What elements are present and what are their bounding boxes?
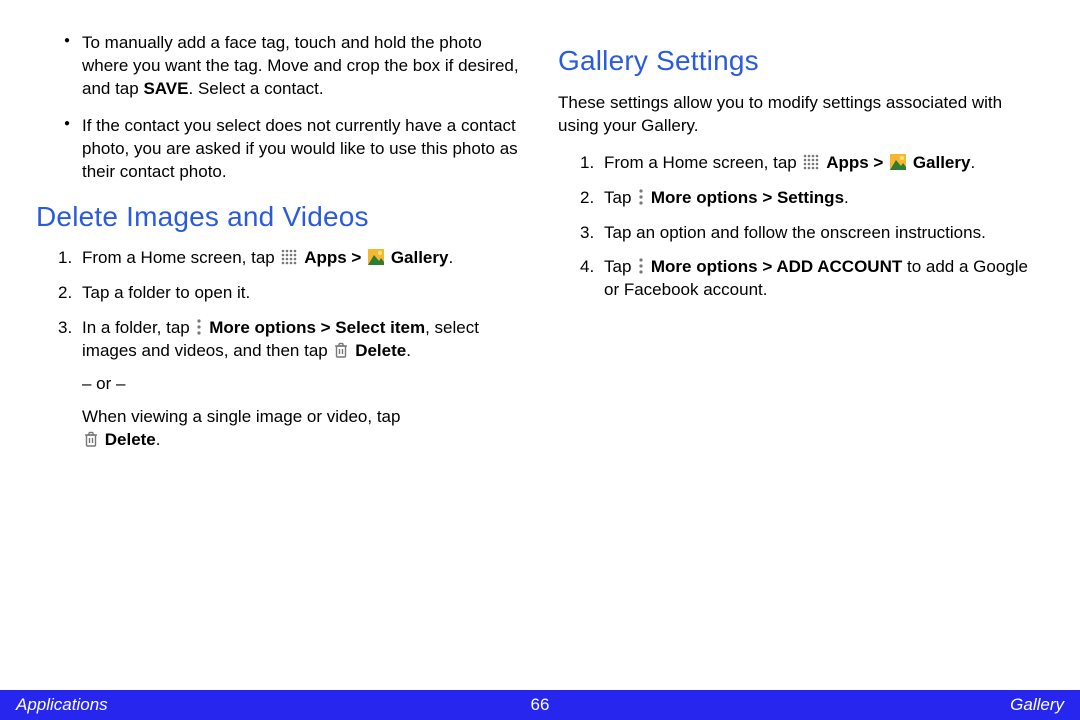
- more-options-icon: [638, 189, 644, 205]
- face-tag-notes: To manually add a face tag, touch and ho…: [36, 32, 522, 184]
- footer-left: Applications: [16, 695, 108, 715]
- heading-delete: Delete Images and Videos: [36, 198, 522, 236]
- more-options-icon: [638, 258, 644, 274]
- delete-steps: From a Home screen, tap Apps > Gallery. …: [36, 247, 522, 452]
- more-options-icon: [196, 319, 202, 335]
- more-options-label: More options > Settings: [651, 188, 844, 207]
- text: .: [448, 248, 453, 267]
- gallery-label: Gallery: [913, 153, 971, 172]
- save-label: SAVE: [143, 79, 188, 98]
- text: From a Home screen, tap: [82, 248, 279, 267]
- text: .: [844, 188, 849, 207]
- text: If the contact you select does not curre…: [82, 116, 518, 181]
- delete-icon: [334, 342, 348, 358]
- gallery-icon: [890, 154, 906, 170]
- left-column: To manually add a face tag, touch and ho…: [18, 32, 540, 680]
- manual-page: To manually add a face tag, touch and ho…: [0, 0, 1080, 720]
- text: Tap: [604, 257, 636, 276]
- text: .: [156, 430, 161, 449]
- text: . Select a contact.: [189, 79, 324, 98]
- footer-right: Gallery: [1010, 695, 1064, 715]
- list-item: Tap More options > Settings.: [586, 187, 1044, 210]
- text: Tap a folder to open it.: [82, 283, 250, 302]
- page-number: 66: [531, 695, 550, 715]
- list-item: Tap More options > ADD ACCOUNT to add a …: [586, 256, 1044, 302]
- page-footer: Applications 66 Gallery: [0, 690, 1080, 720]
- delete-label: Delete: [105, 430, 156, 449]
- heading-gallery-settings: Gallery Settings: [558, 42, 1044, 80]
- list-item: Tap an option and follow the onscreen in…: [586, 222, 1044, 245]
- text: Tap: [604, 188, 636, 207]
- or-separator: – or –: [82, 373, 522, 396]
- intro-text: These settings allow you to modify setti…: [558, 92, 1044, 138]
- apps-label: Apps >: [304, 248, 366, 267]
- list-item: From a Home screen, tap Apps > Gallery.: [64, 247, 522, 270]
- list-item: If the contact you select does not curre…: [64, 115, 522, 184]
- text: In a folder, tap: [82, 318, 194, 337]
- apps-label: Apps >: [826, 153, 888, 172]
- list-item: To manually add a face tag, touch and ho…: [64, 32, 522, 101]
- delete-icon: [84, 431, 98, 447]
- text: From a Home screen, tap: [604, 153, 801, 172]
- text: When viewing a single image or video, ta…: [82, 407, 400, 426]
- settings-steps: From a Home screen, tap Apps > Gallery. …: [558, 152, 1044, 303]
- text: .: [970, 153, 975, 172]
- alt-instruction: When viewing a single image or video, ta…: [82, 406, 522, 452]
- right-column: Gallery Settings These settings allow yo…: [540, 32, 1062, 680]
- apps-grid-icon: [803, 154, 819, 170]
- text: Tap an option and follow the onscreen in…: [604, 223, 986, 242]
- two-column-layout: To manually add a face tag, touch and ho…: [0, 0, 1080, 680]
- list-item: Tap a folder to open it.: [64, 282, 522, 305]
- apps-grid-icon: [281, 249, 297, 265]
- gallery-icon: [368, 249, 384, 265]
- gallery-label: Gallery: [391, 248, 449, 267]
- list-item: In a folder, tap More options > Select i…: [64, 317, 522, 452]
- footer-inner: Applications 66 Gallery: [0, 690, 1080, 720]
- list-item: From a Home screen, tap Apps > Gallery.: [586, 152, 1044, 175]
- more-options-label: More options > ADD ACCOUNT: [651, 257, 902, 276]
- delete-label: Delete: [355, 341, 406, 360]
- text: .: [406, 341, 411, 360]
- more-options-label: More options > Select item: [209, 318, 425, 337]
